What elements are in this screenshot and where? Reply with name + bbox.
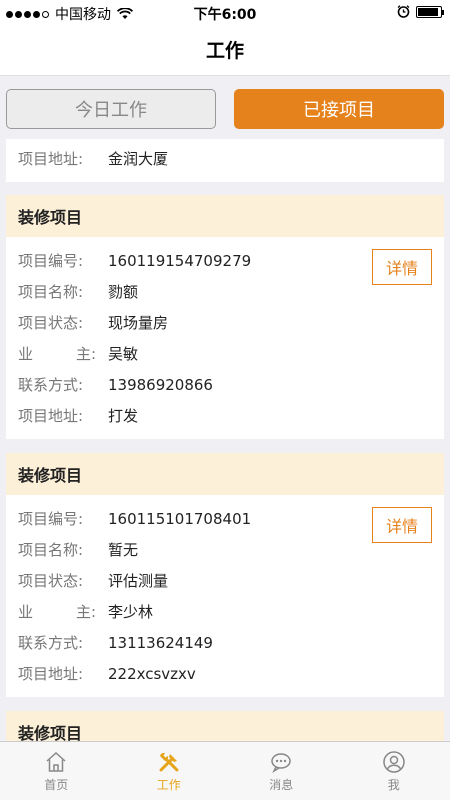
- name-value: 勠额: [108, 283, 139, 301]
- code-label: 项目编号:: [18, 510, 84, 528]
- address-value: 金润大厦: [108, 149, 169, 168]
- page-title: 工作: [205, 40, 244, 62]
- user-icon: [383, 750, 405, 773]
- code-label: 项目编号:: [18, 252, 84, 270]
- card-header: 装修项目: [6, 711, 444, 741]
- status-bar: 中国移动 下午6:00: [0, 0, 450, 24]
- contact-value: 13986920866: [108, 375, 213, 394]
- address-value: 打发: [108, 407, 139, 425]
- status-time: 下午6:00: [193, 7, 257, 23]
- tools-icon: [159, 752, 179, 771]
- address-value: 222xcsvzxv: [108, 664, 196, 683]
- status-value: 现场量房: [108, 314, 169, 332]
- name-value: 暂无: [108, 541, 139, 559]
- nav-bar: 工作: [0, 24, 450, 76]
- contact-row: 联系方式: 13113624149: [6, 627, 444, 658]
- tab-accepted-projects[interactable]: 已接项目: [234, 89, 444, 129]
- owner-row: 业 主: 吴敏: [6, 338, 444, 369]
- owner-label: 业 主:: [6, 343, 108, 364]
- owner-value: 吴敏: [108, 345, 139, 363]
- address-label: 项目地址:: [18, 665, 84, 683]
- tab-bar: 首页 工作 消息 我: [0, 741, 450, 800]
- card-body: 详情 项目编号: 160115101708401 项目名称: 暂无 项目状态: …: [6, 495, 444, 697]
- tabbar-messages[interactable]: 消息: [225, 742, 338, 800]
- code-value: 160115101708401: [108, 509, 252, 528]
- message-icon: [271, 752, 291, 773]
- detail-button[interactable]: 详情: [372, 507, 432, 543]
- project-card: 装修项目 详情 项目编号: 160115101708401 项目名称: 暂无 项…: [6, 453, 444, 697]
- card-header: 装修项目: [6, 453, 444, 495]
- tabbar-me[interactable]: 我: [338, 742, 450, 800]
- name-label: 项目名称:: [18, 283, 84, 301]
- address-label: 项目地址:: [18, 149, 84, 168]
- tabbar-home[interactable]: 首页: [0, 742, 113, 800]
- address-row: 项目地址: 222xcsvzxv: [6, 658, 444, 689]
- battery-fill: [418, 7, 438, 16]
- alarm-icon: [397, 5, 410, 18]
- tabbar-label: 我: [387, 777, 400, 792]
- owner-row: 业 主: 李少林: [6, 596, 444, 627]
- code-value: 160119154709279: [108, 251, 252, 270]
- project-card-partial-bottom: 装修项目: [6, 711, 444, 741]
- status-row: 项目状态: 评估测量: [6, 565, 444, 596]
- card-body: 详情 项目编号: 160119154709279 项目名称: 勠额 项目状态: …: [6, 237, 444, 439]
- address-row: 项目地址: 打发: [6, 400, 444, 431]
- owner-label-a: 业: [18, 345, 34, 363]
- status-right: [397, 5, 444, 18]
- status-label: 项目状态:: [18, 572, 84, 590]
- status-value: 评估测量: [108, 572, 169, 590]
- status-row: 项目状态: 现场量房: [6, 307, 444, 338]
- owner-label-b: 主:: [75, 345, 96, 363]
- owner-label-b: 主:: [75, 603, 96, 621]
- segment-tabs: 今日工作 已接项目: [0, 77, 450, 139]
- tabbar-label: 消息: [269, 777, 294, 792]
- detail-button[interactable]: 详情: [372, 249, 432, 285]
- project-list[interactable]: 项目地址: 金润大厦 装修项目 详情 项目编号: 160119154709279…: [0, 139, 450, 741]
- owner-value: 李少林: [108, 603, 154, 621]
- address-label: 项目地址:: [18, 407, 84, 425]
- project-card-partial: 项目地址: 金润大厦: [6, 139, 444, 182]
- tab-today-work[interactable]: 今日工作: [6, 89, 216, 129]
- name-label: 项目名称:: [18, 541, 84, 559]
- tabbar-label: 工作: [156, 777, 181, 792]
- tabbar-label: 首页: [44, 777, 69, 792]
- contact-label: 联系方式:: [18, 376, 84, 394]
- address-row: 项目地址: 金润大厦: [6, 139, 444, 177]
- home-icon: [46, 751, 66, 772]
- contact-row: 联系方式: 13986920866: [6, 369, 444, 400]
- tabbar-work[interactable]: 工作: [113, 742, 226, 800]
- contact-label: 联系方式:: [18, 634, 84, 652]
- owner-label-a: 业: [18, 603, 34, 621]
- owner-label: 业 主:: [6, 601, 108, 622]
- status-label: 项目状态:: [18, 314, 84, 332]
- card-header: 装修项目: [6, 195, 444, 237]
- battery-icon: [416, 5, 444, 18]
- contact-value: 13113624149: [108, 633, 213, 652]
- project-card: 装修项目 详情 项目编号: 160119154709279 项目名称: 勠额 项…: [6, 195, 444, 439]
